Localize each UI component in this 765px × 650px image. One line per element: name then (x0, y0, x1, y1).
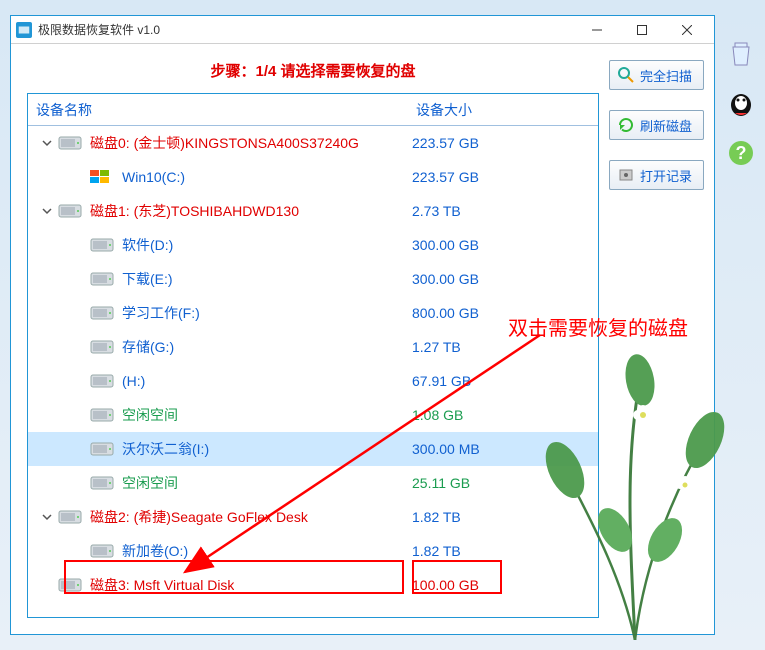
disk-icon (90, 406, 114, 424)
tree-row[interactable]: 下载(E:) 300.00 GB (28, 262, 598, 296)
expand-toggle (72, 238, 86, 252)
column-header-name[interactable]: 设备名称 (28, 94, 408, 125)
row-name-text: 学习工作(F:) (122, 303, 200, 323)
help-icon[interactable]: ? (723, 135, 759, 171)
row-size-text: 223.57 GB (408, 169, 598, 185)
expand-toggle (72, 408, 86, 422)
expand-toggle (72, 170, 86, 184)
row-size-text: 300.00 GB (408, 271, 598, 287)
search-icon (616, 65, 636, 85)
tree-row[interactable]: 磁盘2: (希捷)Seagate GoFlex Desk 1.82 TB (28, 500, 598, 534)
row-name-text: Win10(C:) (122, 169, 185, 185)
annotation-text: 双击需要恢复的磁盘 (508, 312, 688, 341)
expand-toggle[interactable] (40, 204, 54, 218)
row-name-text: 下载(E:) (122, 269, 173, 289)
disk-icon (90, 542, 114, 560)
expand-toggle[interactable] (40, 136, 54, 150)
row-size-text: 1.82 TB (408, 543, 598, 559)
disk-icon (58, 202, 82, 220)
tree-row[interactable]: 磁盘3: Msft Virtual Disk 100.00 GB (28, 568, 598, 602)
tree-row[interactable]: 沃尔沃二翁(I:) 300.00 MB (28, 432, 598, 466)
open-log-label: 打开记录 (640, 166, 692, 185)
expand-toggle (72, 306, 86, 320)
svg-text:?: ? (736, 143, 747, 163)
disk-icon (90, 440, 114, 458)
windows-icon (90, 168, 114, 186)
row-size-text: 2.73 TB (408, 203, 598, 219)
refresh-disks-label: 刷新磁盘 (640, 116, 692, 135)
expand-toggle (72, 476, 86, 490)
row-size-text: 1.27 TB (408, 339, 598, 355)
refresh-disks-button[interactable]: 刷新磁盘 (609, 110, 704, 140)
row-size-text: 1.82 TB (408, 509, 598, 525)
row-name-text: 存储(G:) (122, 337, 174, 357)
disk-icon (90, 372, 114, 390)
disk-icon (90, 338, 114, 356)
row-name-text: 空闲空间 (122, 473, 178, 493)
expand-toggle (72, 544, 86, 558)
tree-row[interactable]: 软件(D:) 300.00 GB (28, 228, 598, 262)
row-size-text: 100.00 GB (408, 577, 598, 593)
disk-icon (90, 270, 114, 288)
row-name-text: 磁盘2: (希捷)Seagate GoFlex Desk (90, 507, 308, 527)
tree-row[interactable]: (H:) 67.91 GB (28, 364, 598, 398)
disk-icon (90, 474, 114, 492)
close-button[interactable] (664, 16, 709, 44)
row-name-text: 磁盘1: (东芝)TOSHIBAHDWD130 (90, 201, 299, 221)
tree-row[interactable]: Win10(C:) 223.57 GB (28, 160, 598, 194)
row-size-text: 300.00 MB (408, 441, 598, 457)
disk-icon (58, 576, 82, 594)
row-size-text: 1.08 GB (408, 407, 598, 423)
row-name-text: 空闲空间 (122, 405, 178, 425)
window-title: 极限数据恢复软件 v1.0 (38, 21, 574, 38)
row-name-text: (H:) (122, 373, 145, 389)
tree-row[interactable]: 磁盘1: (东芝)TOSHIBAHDWD130 2.73 TB (28, 194, 598, 228)
column-header-size[interactable]: 设备大小 (408, 94, 598, 125)
device-tree: 设备名称 设备大小 磁盘0: (金士顿)KINGSTONSA400S37240G… (27, 93, 599, 618)
qq-icon[interactable] (723, 85, 759, 121)
row-name-text: 软件(D:) (122, 235, 173, 255)
row-size-text: 25.11 GB (408, 475, 598, 491)
recycle-bin-icon[interactable] (723, 35, 759, 71)
row-name-text: 磁盘3: Msft Virtual Disk (90, 575, 234, 595)
full-scan-label: 完全扫描 (640, 66, 692, 85)
tree-row[interactable]: 新加卷(O:) 1.82 TB (28, 534, 598, 568)
expand-toggle (72, 442, 86, 456)
log-icon (616, 165, 636, 185)
row-size-text: 300.00 GB (408, 237, 598, 253)
expand-toggle (72, 272, 86, 286)
disk-icon (90, 304, 114, 322)
disk-icon (58, 134, 82, 152)
expand-toggle[interactable] (40, 510, 54, 524)
refresh-icon (616, 115, 636, 135)
titlebar[interactable]: 极限数据恢复软件 v1.0 (11, 16, 714, 44)
minimize-button[interactable] (574, 16, 619, 44)
row-name-text: 磁盘0: (金士顿)KINGSTONSA400S37240G (90, 133, 359, 153)
tree-row[interactable]: 空闲空间 1.08 GB (28, 398, 598, 432)
open-log-button[interactable]: 打开记录 (609, 160, 704, 190)
disk-icon (58, 508, 82, 526)
expand-toggle (72, 374, 86, 388)
expand-toggle (40, 578, 54, 592)
tree-row[interactable]: 空闲空间 25.11 GB (28, 466, 598, 500)
tree-header: 设备名称 设备大小 (28, 94, 598, 126)
step-header: 步骤：1/4 请选择需要恢复的盘 (27, 60, 599, 81)
desktop-strip: ? (717, 15, 765, 171)
tree-row[interactable]: 磁盘0: (金士顿)KINGSTONSA400S37240G 223.57 GB (28, 126, 598, 160)
row-name-text: 新加卷(O:) (122, 541, 188, 561)
app-icon (16, 22, 32, 38)
expand-toggle (72, 340, 86, 354)
maximize-button[interactable] (619, 16, 664, 44)
row-name-text: 沃尔沃二翁(I:) (122, 439, 209, 459)
full-scan-button[interactable]: 完全扫描 (609, 60, 704, 90)
disk-icon (90, 236, 114, 254)
row-size-text: 223.57 GB (408, 135, 598, 151)
row-size-text: 67.91 GB (408, 373, 598, 389)
